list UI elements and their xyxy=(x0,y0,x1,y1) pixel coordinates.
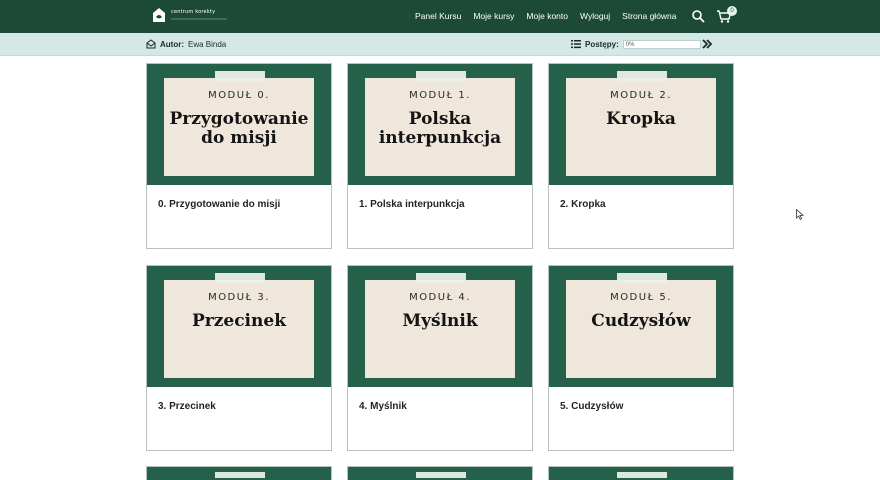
module-cover-title: Przecinek xyxy=(192,311,286,331)
progress-info: Postępy: 0% xyxy=(571,39,701,49)
module-caption: 2. Kropka xyxy=(560,199,606,210)
cover-paper: MODUŁ 3. Przecinek xyxy=(164,280,314,378)
house-logo-icon xyxy=(153,8,165,22)
site-logo[interactable]: centrum korekty xyxy=(152,7,227,23)
tape-decoration xyxy=(416,472,466,478)
tape-decoration xyxy=(416,71,466,81)
module-cover: MODUŁ 3. Przecinek xyxy=(147,266,331,387)
module-card-peek[interactable] xyxy=(347,466,533,480)
module-card-3[interactable]: MODUŁ 3. Przecinek 3. Przecinek xyxy=(146,265,332,451)
module-card-5[interactable]: MODUŁ 5. Cudzysłów 5. Cudzysłów xyxy=(548,265,734,451)
module-label: MODUŁ 0. xyxy=(208,90,270,101)
tape-decoration xyxy=(215,273,265,283)
module-cover-title: Przygotowanie do misji xyxy=(169,109,309,149)
cover-paper: MODUŁ 2. Kropka xyxy=(566,78,716,176)
list-icon xyxy=(571,40,581,49)
module-label: MODUŁ 3. xyxy=(208,292,270,303)
module-caption: 3. Przecinek xyxy=(158,401,216,412)
cover-paper: MODUŁ 1. Polska interpunkcja xyxy=(365,78,515,176)
author-name: Ewa Binda xyxy=(188,39,227,49)
author-info: Autor: Ewa Binda xyxy=(146,39,226,49)
envelope-icon xyxy=(146,39,156,49)
nav-link-moje-kursy[interactable]: Moje kursy xyxy=(473,11,514,21)
main-nav: Panel Kursu Moje kursy Moje konto Wylogu… xyxy=(415,11,677,21)
module-cover: MODUŁ 2. Kropka xyxy=(549,64,733,185)
module-caption: 1. Polska interpunkcja xyxy=(359,199,465,210)
module-caption: 4. Myślnik xyxy=(359,401,407,412)
progress-value: 0% xyxy=(625,41,635,48)
tape-decoration xyxy=(617,273,667,283)
module-cover-title: Kropka xyxy=(606,109,676,129)
top-navigation-bar: centrum korekty Panel Kursu Moje kursy M… xyxy=(0,0,880,33)
progress-label: Postępy: xyxy=(585,39,619,49)
progress-bar: 0% xyxy=(622,39,701,49)
nav-link-panel-kursu[interactable]: Panel Kursu xyxy=(415,11,461,21)
double-chevron-right-icon[interactable] xyxy=(701,38,713,50)
cart-count-badge: 0 xyxy=(727,6,737,16)
tape-decoration xyxy=(617,472,667,478)
tape-decoration xyxy=(416,273,466,283)
module-cover: MODUŁ 4. Myślnik xyxy=(348,266,532,387)
module-cover: MODUŁ 5. Cudzysłów xyxy=(549,266,733,387)
module-cover-title: Cudzysłów xyxy=(591,311,691,331)
cover-paper: MODUŁ 4. Myślnik xyxy=(365,280,515,378)
module-label: MODUŁ 1. xyxy=(409,90,471,101)
module-cover: MODUŁ 0. Przygotowanie do misji xyxy=(147,64,331,185)
search-icon[interactable] xyxy=(691,9,705,23)
module-caption: 0. Przygotowanie do misji xyxy=(158,199,281,210)
course-info-bar: Autor: Ewa Binda Postępy: 0% xyxy=(0,33,880,56)
nav-link-moje-konto[interactable]: Moje konto xyxy=(526,11,568,21)
module-card-2[interactable]: MODUŁ 2. Kropka 2. Kropka xyxy=(548,63,734,249)
module-cover-title: Polska interpunkcja xyxy=(378,109,502,149)
module-label: MODUŁ 4. xyxy=(409,292,471,303)
cover-paper: MODUŁ 0. Przygotowanie do misji xyxy=(164,78,314,176)
tape-decoration xyxy=(215,472,265,478)
nav-link-wyloguj[interactable]: Wyloguj xyxy=(580,11,610,21)
module-card-1[interactable]: MODUŁ 1. Polska interpunkcja 1. Polska i… xyxy=(347,63,533,249)
module-cover: MODUŁ 1. Polska interpunkcja xyxy=(348,64,532,185)
author-label: Autor: xyxy=(160,39,184,49)
tape-decoration xyxy=(617,71,667,81)
logo-tagline xyxy=(171,18,227,20)
module-card-peek[interactable] xyxy=(146,466,332,480)
mouse-cursor-icon xyxy=(796,209,804,220)
module-caption: 5. Cudzysłów xyxy=(560,401,624,412)
logo-name: centrum korekty xyxy=(171,9,216,15)
module-label: MODUŁ 5. xyxy=(610,292,672,303)
tape-decoration xyxy=(215,71,265,81)
cover-paper: MODUŁ 5. Cudzysłów xyxy=(566,280,716,378)
nav-link-strona-glowna[interactable]: Strona główna xyxy=(622,11,676,21)
module-card-4[interactable]: MODUŁ 4. Myślnik 4. Myślnik xyxy=(347,265,533,451)
module-card-peek[interactable] xyxy=(548,466,734,480)
module-cover-title: Myślnik xyxy=(402,311,478,331)
module-label: MODUŁ 2. xyxy=(610,90,672,101)
module-card-0[interactable]: MODUŁ 0. Przygotowanie do misji 0. Przyg… xyxy=(146,63,332,249)
